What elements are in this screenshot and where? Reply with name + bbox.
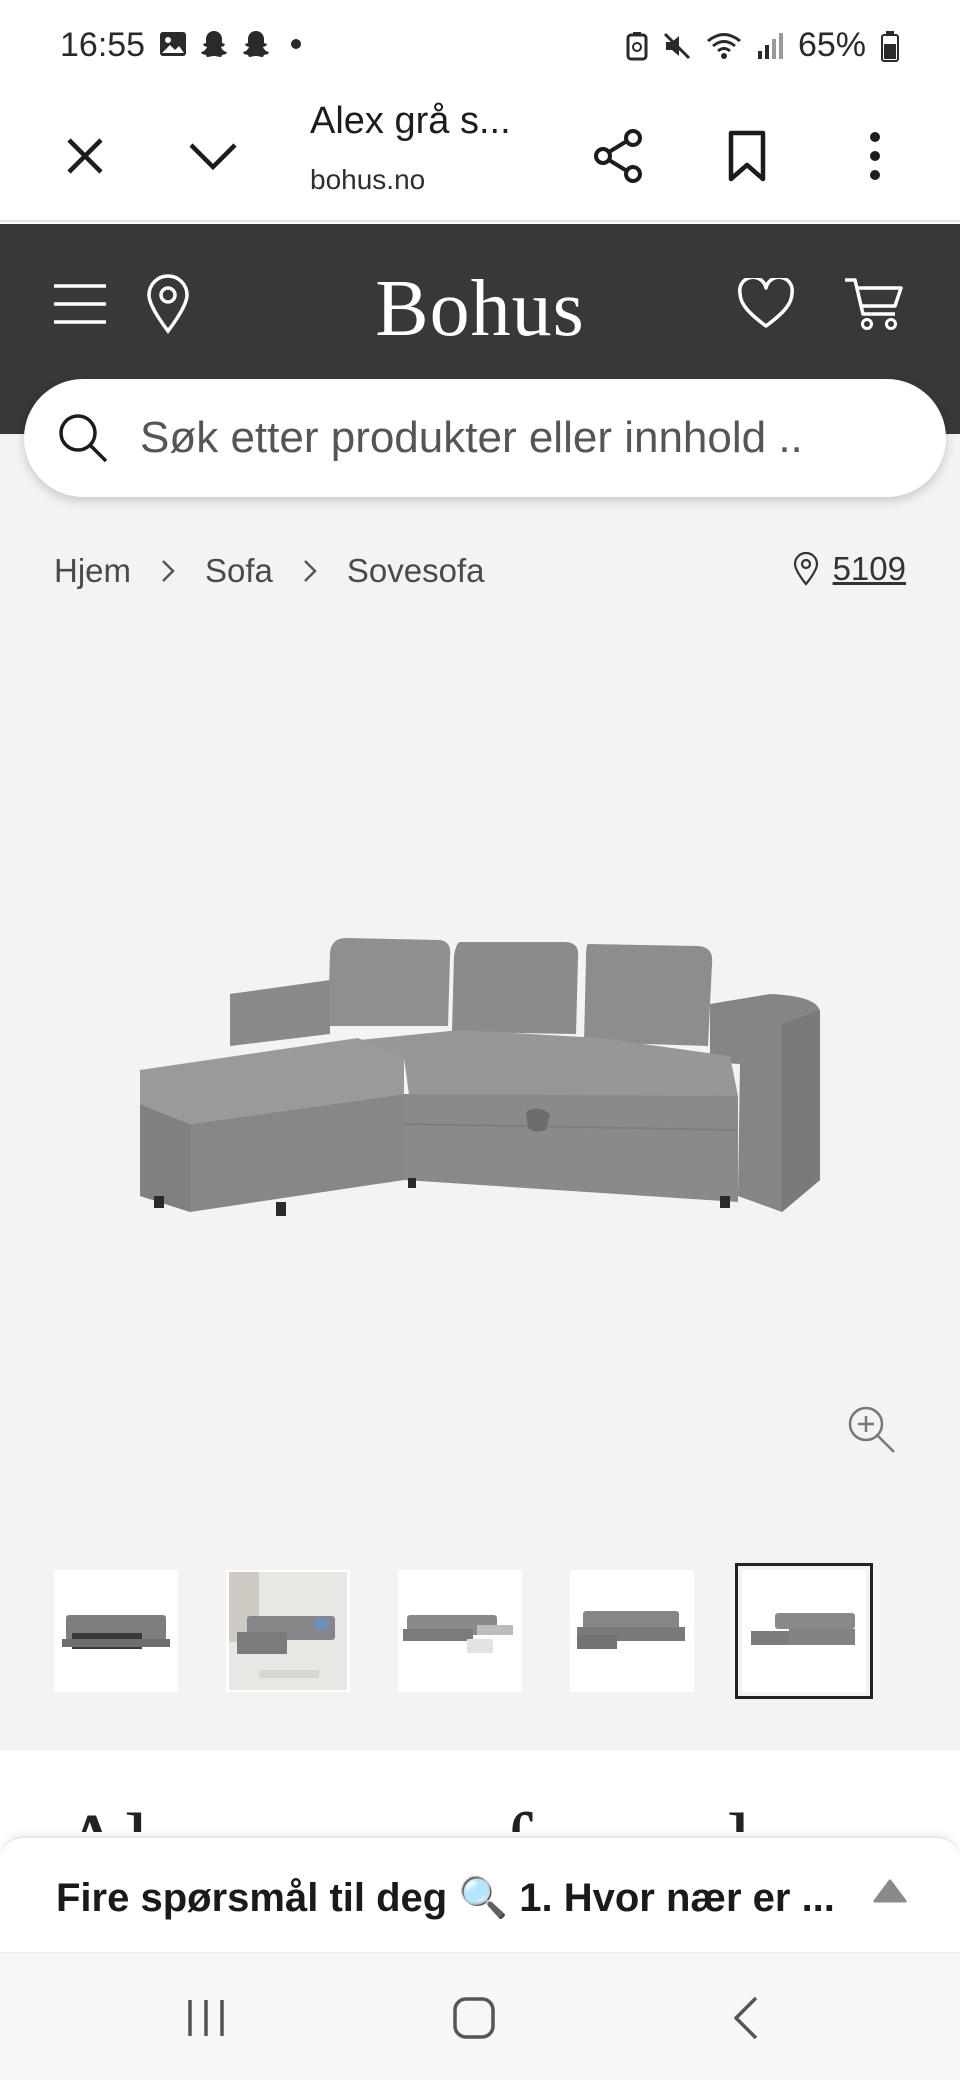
expand-banner-button[interactable]	[872, 1878, 908, 1909]
status-time: 16:55	[60, 26, 146, 64]
share-icon	[594, 129, 642, 183]
snapchat-icon	[201, 31, 227, 57]
home-icon	[453, 1997, 495, 2039]
status-bar: 16:55 65%	[0, 0, 960, 90]
dot-icon	[291, 39, 301, 49]
home-button[interactable]	[434, 1983, 514, 2053]
close-button[interactable]	[45, 116, 125, 196]
zoom-button[interactable]	[846, 1404, 898, 1461]
battery-percent: 65%	[797, 26, 866, 64]
survey-banner-text[interactable]: Fire spørsmål til deg 🔍 1. Hvor nær er .…	[56, 1874, 835, 1921]
share-button[interactable]	[578, 116, 658, 196]
bookmark-button[interactable]	[707, 116, 787, 196]
back-button[interactable]	[706, 1983, 786, 2053]
breadcrumb-home[interactable]: Hjem	[54, 552, 131, 590]
thumbnail-1[interactable]	[54, 1570, 178, 1692]
cart-button[interactable]	[842, 272, 906, 336]
system-icons: 65%	[626, 26, 900, 65]
page-title[interactable]: Alex grå s...	[310, 100, 511, 143]
triangle-up-icon	[873, 1879, 907, 1903]
thumbnail-image	[577, 1611, 685, 1649]
shopping-cart-icon	[845, 278, 903, 330]
thumbnail-image	[62, 1615, 170, 1649]
store-locator-button[interactable]	[136, 272, 200, 336]
recent-apps-icon	[188, 2000, 224, 2036]
signal-icon	[757, 32, 783, 59]
thumbnail-5-selected[interactable]	[735, 1563, 873, 1699]
hamburger-menu-icon	[54, 284, 106, 324]
store-code[interactable]: 5109	[833, 550, 906, 588]
battery-icon	[881, 30, 899, 62]
product-title: Alex sovesofa med sjeselong	[60, 1794, 960, 1832]
breadcrumb-sovesofa[interactable]: Sovesofa	[347, 552, 485, 590]
browser-toolbar: Alex grå s... bohus.no	[0, 90, 960, 222]
minimize-button[interactable]	[173, 116, 253, 196]
close-icon	[67, 138, 103, 174]
recent-apps-button[interactable]	[166, 1983, 246, 2053]
breadcrumb: Hjem Sofa Sovesofa	[54, 552, 485, 590]
battery-saver-icon	[626, 31, 648, 60]
thumbnail-3[interactable]	[398, 1570, 522, 1692]
thumbnail-2[interactable]	[226, 1570, 350, 1692]
thumbnail-strip	[54, 1563, 873, 1699]
survey-banner[interactable]: Fire spørsmål til deg 🔍 1. Hvor nær er .…	[0, 1836, 960, 1952]
menu-button[interactable]	[48, 272, 112, 336]
system-navigation-bar	[0, 1952, 960, 2080]
thumbnail-image	[403, 1615, 513, 1653]
site-logo[interactable]: Bohus	[375, 265, 585, 353]
product-image[interactable]	[130, 934, 830, 1254]
bookmark-icon	[728, 130, 766, 182]
notification-icons	[158, 28, 306, 60]
wifi-icon	[706, 32, 741, 59]
chevron-down-icon	[189, 143, 237, 171]
chevron-right-icon	[161, 559, 175, 583]
breadcrumb-sofa[interactable]: Sofa	[205, 552, 273, 590]
heart-icon	[738, 278, 794, 328]
chevron-right-icon	[303, 559, 317, 583]
page-url[interactable]: bohus.no	[310, 164, 425, 196]
favorites-button[interactable]	[734, 272, 798, 336]
more-vertical-icon	[870, 132, 880, 180]
product-section: Hjem Sofa Sovesofa 5109	[0, 434, 960, 1750]
thumbnail-image	[751, 1613, 855, 1645]
mute-icon	[663, 32, 690, 59]
more-options-button[interactable]	[835, 116, 915, 196]
location-pin-icon	[793, 552, 818, 586]
product-title-area: Alex sovesofa med sjeselong	[0, 1750, 960, 1832]
location-pin-icon	[147, 274, 189, 334]
search-input[interactable]	[140, 405, 900, 471]
snapchat-icon	[243, 31, 269, 57]
search-bar[interactable]	[24, 379, 946, 497]
search-icon	[59, 414, 108, 463]
zoom-in-icon	[848, 1406, 895, 1453]
selected-store[interactable]: 5109	[793, 550, 906, 588]
gallery-icon	[160, 32, 186, 56]
back-icon	[734, 1996, 758, 2040]
thumbnail-image	[229, 1572, 347, 1690]
thumbnail-4[interactable]	[570, 1570, 694, 1692]
